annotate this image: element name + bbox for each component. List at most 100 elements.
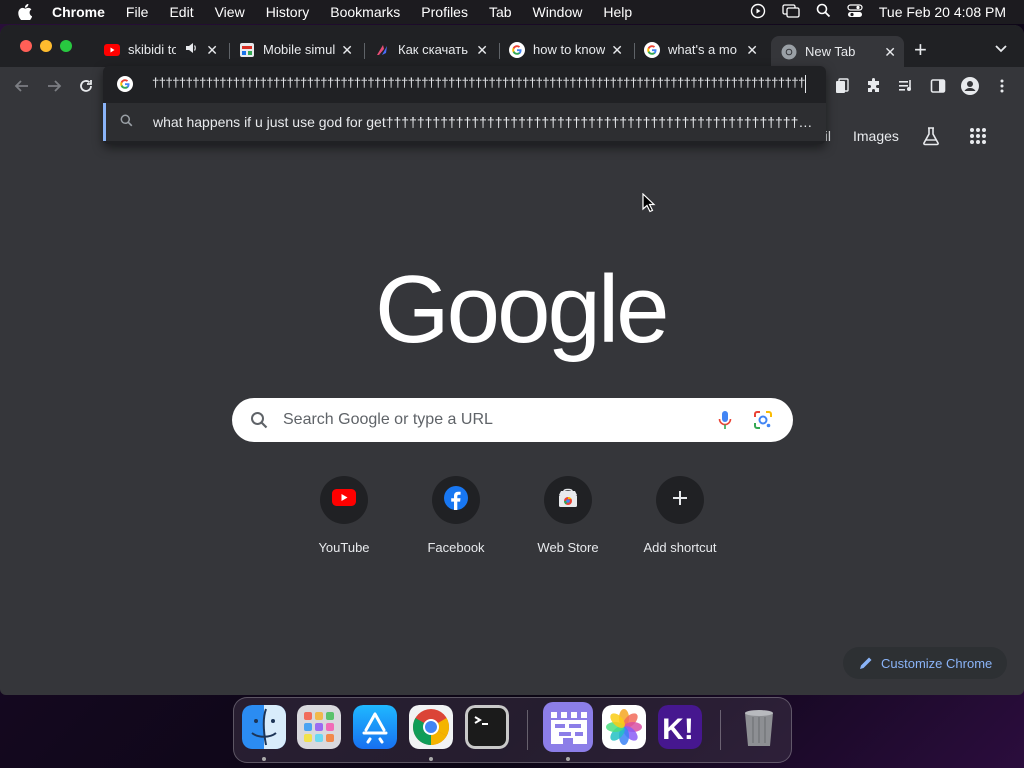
shortcut-label: Web Store bbox=[537, 540, 599, 555]
tab-title: skibidi to bbox=[128, 42, 176, 57]
menu-view[interactable]: View bbox=[215, 4, 245, 20]
ntp-search-box[interactable]: Search Google or type a URL bbox=[232, 398, 793, 442]
shortcut-youtube[interactable]: YouTube bbox=[288, 476, 400, 555]
dock-app-store-icon[interactable] bbox=[353, 705, 397, 749]
shortcut-facebook[interactable]: Facebook bbox=[400, 476, 512, 555]
voice-search-mic-icon[interactable] bbox=[718, 410, 732, 435]
shortcut-label: YouTube bbox=[318, 540, 370, 555]
tab-title: New Tab bbox=[805, 44, 856, 59]
google-logo: Google bbox=[375, 256, 670, 363]
minimize-window-button[interactable] bbox=[40, 40, 52, 52]
extensions-puzzle-icon[interactable] bbox=[863, 75, 885, 97]
tab-kak-skachat[interactable]: Как скачать ✕ bbox=[368, 36, 496, 63]
menu-chrome[interactable]: Chrome bbox=[52, 4, 105, 20]
images-link[interactable]: Images bbox=[853, 128, 899, 144]
page-icon bbox=[239, 42, 255, 58]
search-icon bbox=[250, 411, 268, 434]
close-tab-icon[interactable]: ✕ bbox=[884, 44, 896, 61]
menu-window[interactable]: Window bbox=[533, 4, 583, 20]
pencil-icon bbox=[859, 656, 873, 670]
close-tab-icon[interactable]: ✕ bbox=[206, 42, 218, 59]
menu-bookmarks[interactable]: Bookmarks bbox=[330, 4, 400, 20]
tab-title: Mobile simul bbox=[263, 42, 335, 57]
macos-menubar: Chrome File Edit View History Bookmarks … bbox=[0, 0, 1024, 24]
kebab-menu-icon[interactable] bbox=[991, 75, 1013, 97]
tab-skibidi[interactable]: skibidi to ✕ bbox=[98, 36, 226, 63]
dock-terminal-icon[interactable] bbox=[465, 705, 509, 749]
tab-whats-a-mo[interactable]: what's a mo ✕ bbox=[638, 36, 766, 63]
webstore-icon bbox=[557, 488, 579, 513]
ntp-top-links: Gmail Images bbox=[806, 126, 987, 146]
google-icon bbox=[117, 76, 133, 97]
facebook-icon bbox=[444, 485, 468, 515]
media-control-icon[interactable] bbox=[895, 75, 917, 97]
close-tab-icon[interactable]: ✕ bbox=[746, 42, 758, 59]
tab-new-tab[interactable]: New Tab ✕ bbox=[771, 36, 904, 67]
shortcut-tile bbox=[544, 476, 592, 524]
side-panel-icon[interactable] bbox=[927, 75, 949, 97]
dock-kahoot-icon[interactable]: K! bbox=[658, 705, 702, 749]
chrome-window: skibidi to ✕ Mobile simul ✕ Как скачать … bbox=[0, 25, 1024, 695]
reading-list-icon[interactable] bbox=[831, 75, 853, 97]
google-apps-grid-icon[interactable] bbox=[969, 127, 987, 145]
menu-profiles[interactable]: Profiles bbox=[421, 4, 468, 20]
menu-tab[interactable]: Tab bbox=[489, 4, 512, 20]
ntp-shortcuts: YouTube Facebook Web Store Add shortcut bbox=[288, 476, 736, 555]
forward-arrow-icon[interactable] bbox=[43, 75, 65, 97]
google-icon bbox=[644, 41, 660, 58]
dock-finder-icon[interactable] bbox=[242, 705, 286, 749]
dock-chrome-icon[interactable] bbox=[409, 705, 453, 749]
svg-text:K!: K! bbox=[662, 713, 694, 746]
dock-launchpad-icon[interactable] bbox=[297, 705, 341, 749]
spotlight-search-icon[interactable] bbox=[816, 3, 831, 21]
window-controls bbox=[20, 40, 72, 52]
tab-title: Как скачать bbox=[398, 42, 468, 57]
labs-flask-icon[interactable] bbox=[921, 126, 941, 146]
zoom-window-button[interactable] bbox=[60, 40, 72, 52]
omnibox-popup: ††††††††††††††††††††††††††††††††††††††††… bbox=[103, 66, 826, 144]
menu-history[interactable]: History bbox=[266, 4, 310, 20]
customize-chrome-button[interactable]: Customize Chrome bbox=[843, 647, 1007, 679]
menubar-clock[interactable]: Tue Feb 20 4:08 PM bbox=[879, 4, 1006, 20]
menu-edit[interactable]: Edit bbox=[169, 4, 193, 20]
omnibox-input[interactable]: ††††††††††††††††††††††††††††††††††††††††… bbox=[152, 75, 806, 93]
google-lens-icon[interactable] bbox=[753, 410, 773, 435]
close-window-button[interactable] bbox=[20, 40, 32, 52]
tab-title: what's a mo bbox=[668, 42, 737, 57]
tab-mobile-simul[interactable]: Mobile simul ✕ bbox=[233, 36, 361, 63]
close-tab-icon[interactable]: ✕ bbox=[476, 42, 488, 59]
audio-playing-icon[interactable] bbox=[184, 41, 198, 58]
mouse-pointer-icon bbox=[642, 192, 656, 218]
back-arrow-icon[interactable] bbox=[11, 75, 33, 97]
new-tab-plus-icon[interactable]: + bbox=[914, 37, 927, 63]
screen-record-icon[interactable] bbox=[750, 3, 766, 22]
menubar-status-area: Tue Feb 20 4:08 PM bbox=[750, 0, 1006, 24]
macos-dock: K! bbox=[233, 697, 792, 763]
tab-search-chevron-icon[interactable] bbox=[994, 41, 1008, 59]
reload-icon[interactable] bbox=[75, 75, 97, 97]
tab-how-to-know[interactable]: how to know ✕ bbox=[503, 36, 631, 63]
screen-mirroring-icon[interactable] bbox=[782, 3, 800, 21]
shortcut-add[interactable]: Add shortcut bbox=[624, 476, 736, 555]
site-icon bbox=[374, 42, 390, 58]
apple-logo-icon[interactable] bbox=[18, 4, 36, 20]
shortcut-web-store[interactable]: Web Store bbox=[512, 476, 624, 555]
menu-file[interactable]: File bbox=[126, 4, 149, 20]
dock-castle-app-icon[interactable] bbox=[543, 702, 593, 752]
dock-photos-icon[interactable] bbox=[602, 705, 646, 749]
google-icon bbox=[509, 41, 525, 58]
control-center-icon[interactable] bbox=[847, 3, 863, 21]
shortcut-tile bbox=[320, 476, 368, 524]
omnibox-suggestion[interactable]: what happens if u just use god for get††… bbox=[103, 103, 826, 141]
profile-avatar-icon[interactable] bbox=[959, 75, 981, 97]
omnibox-input-row[interactable]: ††††††††††††††††††††††††††††††††††††††††… bbox=[103, 66, 826, 102]
shortcut-tile bbox=[432, 476, 480, 524]
youtube-icon bbox=[332, 488, 356, 512]
close-tab-icon[interactable]: ✕ bbox=[611, 42, 623, 59]
tab-strip: skibidi to ✕ Mobile simul ✕ Как скачать … bbox=[0, 25, 1024, 67]
shortcut-label: Facebook bbox=[427, 540, 485, 555]
menu-help[interactable]: Help bbox=[603, 4, 632, 20]
dock-trash-icon[interactable] bbox=[737, 705, 781, 749]
shortcut-label: Add shortcut bbox=[643, 540, 717, 555]
close-tab-icon[interactable]: ✕ bbox=[341, 42, 353, 59]
